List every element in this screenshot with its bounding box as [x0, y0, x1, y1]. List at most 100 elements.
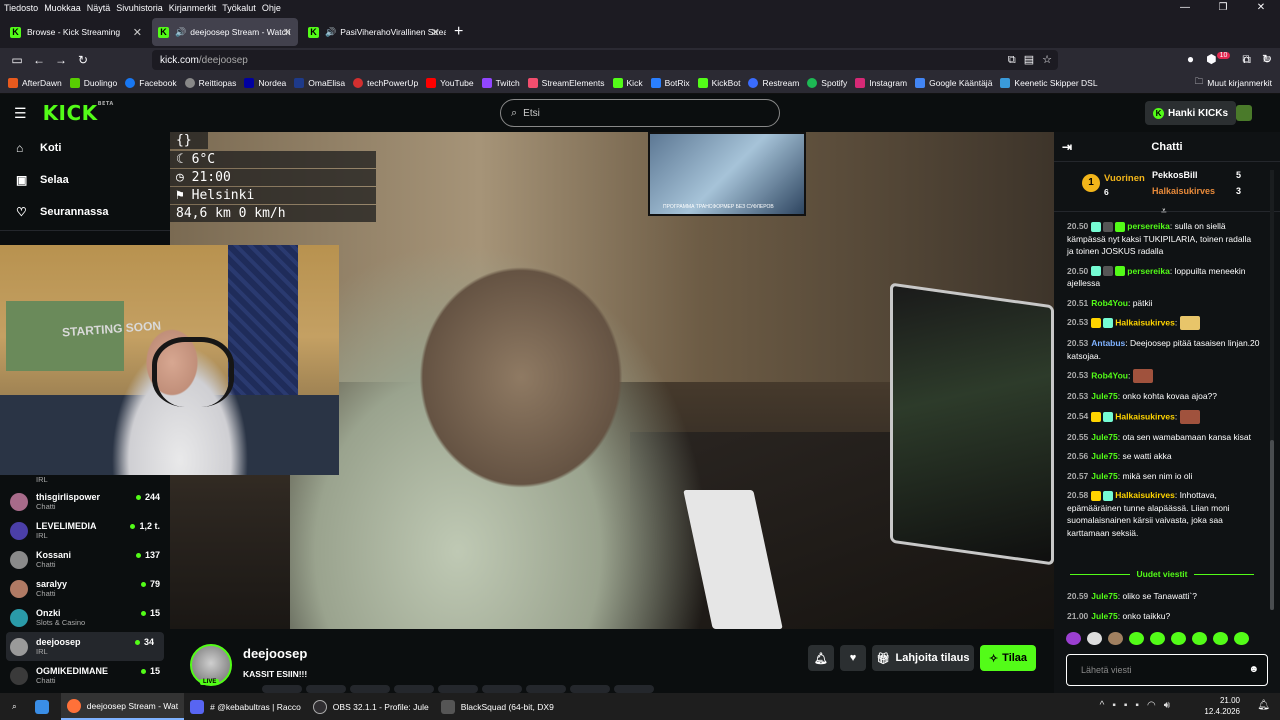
- subscribe-button[interactable]: ✧ Tilaa: [980, 645, 1036, 671]
- emote-button[interactable]: [1066, 632, 1081, 645]
- channel-name[interactable]: deejoosep: [243, 646, 307, 661]
- search-input[interactable]: ⌕ Etsi: [500, 99, 780, 127]
- emote-button[interactable]: [1171, 632, 1186, 645]
- bookmark-star-icon[interactable]: ☆: [1042, 50, 1052, 70]
- close-tab-icon[interactable]: ✕: [133, 26, 142, 39]
- menu-file[interactable]: Tiedosto: [0, 3, 41, 13]
- tray-icon[interactable]: ▪: [1124, 700, 1128, 711]
- minimize-icon[interactable]: —: [1166, 0, 1204, 16]
- taskbar-firefox[interactable]: deejoosep Stream - Wat: [60, 693, 185, 720]
- taskbar-obs[interactable]: OBS 32.1.1 - Profile: Jule: [307, 693, 435, 720]
- chat-filter-icon[interactable]: ⩡: [1161, 206, 1167, 217]
- reload-icon[interactable]: ↻: [72, 53, 94, 67]
- emote-button[interactable]: [1150, 632, 1165, 645]
- gift-subscription-button[interactable]: 🎁︎ Lahjoita tilaus: [872, 645, 974, 671]
- sidebar-channel-kossani[interactable]: Kossani Chatti 137: [0, 545, 170, 574]
- taskbar-clock[interactable]: 21.00 12.4.2026: [1204, 695, 1240, 717]
- bookmark-omaelisa[interactable]: OmaElisa: [294, 77, 345, 88]
- menu-tools[interactable]: Työkalut: [219, 3, 259, 13]
- tray-icon[interactable]: ▪: [1135, 700, 1139, 711]
- sidebar-channel-ogmikedimane[interactable]: OGMIKEDIMANE Chatti 15: [0, 661, 170, 690]
- bookmark-instagram[interactable]: Instagram: [855, 77, 907, 88]
- hamburger-menu-icon[interactable]: ☰: [14, 105, 27, 122]
- sidebar-item-home[interactable]: ⌂ Koti: [0, 132, 170, 164]
- scrollbar-thumb[interactable]: [1270, 440, 1274, 610]
- sidebar-channel-onzki[interactable]: Onzki Slots & Casino 15: [0, 603, 170, 632]
- page-icon[interactable]: ▤: [1024, 50, 1034, 70]
- bookmark-twitch[interactable]: Twitch: [481, 77, 520, 88]
- bookmark-facebook[interactable]: Facebook: [125, 77, 177, 88]
- bookmark-techpowerup[interactable]: techPowerUp: [353, 77, 418, 88]
- windows-start-icon[interactable]: [29, 693, 61, 720]
- sidebar-item-following[interactable]: ♡ Seurannassa: [0, 196, 170, 228]
- extension-icon[interactable]: ⬢ 10: [1206, 52, 1231, 67]
- menu-history[interactable]: Sivuhistoria: [113, 3, 166, 13]
- bookmark-youtube[interactable]: YouTube: [426, 77, 474, 88]
- bookmark-restream[interactable]: Restream: [748, 77, 799, 88]
- bookmark-botrix[interactable]: BotRix: [650, 77, 690, 88]
- sidebar-channel-levelimedia[interactable]: LEVELIMEDIA IRL 1,2 t.: [0, 516, 170, 545]
- chat-scrollbar[interactable]: [1270, 170, 1274, 610]
- taskbar-blacksquad[interactable]: BlackSquad (64-bit, DX9: [435, 693, 560, 720]
- follow-button[interactable]: ♥: [840, 645, 866, 671]
- notifications-icon[interactable]: 🔔︎: [1257, 700, 1270, 711]
- search-icon[interactable]: ⌕: [0, 693, 29, 720]
- emote-button[interactable]: [1129, 632, 1144, 645]
- account-icon[interactable]: ●: [1187, 52, 1194, 67]
- taskbar-discord[interactable]: # @kebabultras | Racco: [184, 693, 307, 720]
- close-tab-icon[interactable]: ✕: [431, 26, 440, 39]
- address-bar[interactable]: kick.com/deejoosep ⧉ ▤ ☆: [152, 50, 1058, 70]
- speaker-icon[interactable]: 🔊: [325, 27, 336, 38]
- new-tab-icon[interactable]: +: [454, 23, 463, 41]
- sidebar-toggle-icon[interactable]: ▭: [6, 53, 28, 67]
- volume-icon[interactable]: 🔊︎: [1164, 700, 1170, 711]
- menu-edit[interactable]: Muokkaa: [41, 3, 84, 13]
- menu-help[interactable]: Ohje: [259, 3, 284, 13]
- emote-button[interactable]: [1213, 632, 1228, 645]
- leaderboard-entry-count: 5: [1236, 170, 1242, 180]
- restore-icon[interactable]: ❐: [1204, 0, 1242, 16]
- bookmark-reittiopas[interactable]: Reittiopas: [184, 77, 236, 88]
- close-tab-icon[interactable]: ✕: [283, 26, 292, 39]
- wifi-icon[interactable]: ◠: [1147, 700, 1156, 711]
- bookmark-kick[interactable]: Kick: [612, 77, 643, 88]
- emote-button[interactable]: [1234, 632, 1249, 645]
- tab-deejoosep[interactable]: K 🔊 deejoosep Stream - Watch ✕: [152, 18, 298, 46]
- kick-logo[interactable]: KICKBETA: [43, 101, 114, 125]
- bookmark-afterdawn[interactable]: AfterDawn: [8, 77, 62, 88]
- sidebar-channel-deejoosep[interactable]: deejoosep IRL 34: [6, 632, 164, 661]
- menu-bookmarks[interactable]: Kirjanmerkit: [166, 3, 220, 13]
- pip-icon[interactable]: ⧉: [1008, 50, 1016, 70]
- menu-view[interactable]: Näytä: [84, 3, 114, 13]
- tab-browse-kick[interactable]: K Browse - Kick Streaming ✕: [4, 18, 148, 46]
- get-kicks-button[interactable]: K Hanki KICKs: [1145, 101, 1237, 125]
- app-menu-icon[interactable]: ≡: [1263, 52, 1270, 67]
- sidebar-channel-saralyy[interactable]: saralyy Chatti 79: [0, 574, 170, 603]
- emote-button[interactable]: [1087, 632, 1102, 645]
- back-icon[interactable]: ←: [28, 53, 50, 67]
- tray-icon[interactable]: ▪: [1112, 700, 1116, 711]
- chat-message-input[interactable]: Lähetä viesti ☻: [1066, 654, 1268, 686]
- speaker-icon[interactable]: 🔊: [175, 27, 186, 38]
- notification-bell-button[interactable]: 🔔︎: [808, 645, 834, 671]
- collapse-chat-icon[interactable]: ⇥: [1062, 140, 1072, 154]
- emote-button[interactable]: [1108, 632, 1123, 645]
- sidebar-channel-thisgirlispower[interactable]: thisgirlispower Chatti 244: [0, 487, 170, 516]
- extensions-icon[interactable]: ⧉: [1242, 52, 1251, 67]
- bookmark-kickbot[interactable]: KickBot: [697, 77, 740, 88]
- emoji-picker-icon[interactable]: ☻: [1248, 664, 1259, 675]
- bookmark-duolingo[interactable]: Duolingo: [69, 77, 117, 88]
- tab-pasiviheraho[interactable]: K 🔊 PasiViherahoVirallinen Strea ✕: [302, 18, 446, 46]
- sidebar-item-browse[interactable]: ▣ Selaa: [0, 164, 170, 196]
- bookmark-spotify[interactable]: Spotify: [807, 77, 847, 88]
- close-window-icon[interactable]: ✕: [1242, 0, 1280, 16]
- bookmark-streamelements[interactable]: StreamElements: [527, 77, 605, 88]
- bookmark-nordea[interactable]: Nordea: [244, 77, 286, 88]
- bookmark-google-translate[interactable]: Google Kääntäjä: [915, 77, 992, 88]
- user-avatar[interactable]: [1236, 105, 1252, 121]
- tray-icon[interactable]: ^: [1100, 700, 1105, 711]
- bookmark-keenetic[interactable]: Keenetic Skipper DSL: [1000, 77, 1098, 88]
- emote-button[interactable]: [1192, 632, 1207, 645]
- forward-icon[interactable]: →: [50, 53, 72, 67]
- other-bookmarks[interactable]: 🗀 Muut kirjanmerkit: [1195, 76, 1272, 90]
